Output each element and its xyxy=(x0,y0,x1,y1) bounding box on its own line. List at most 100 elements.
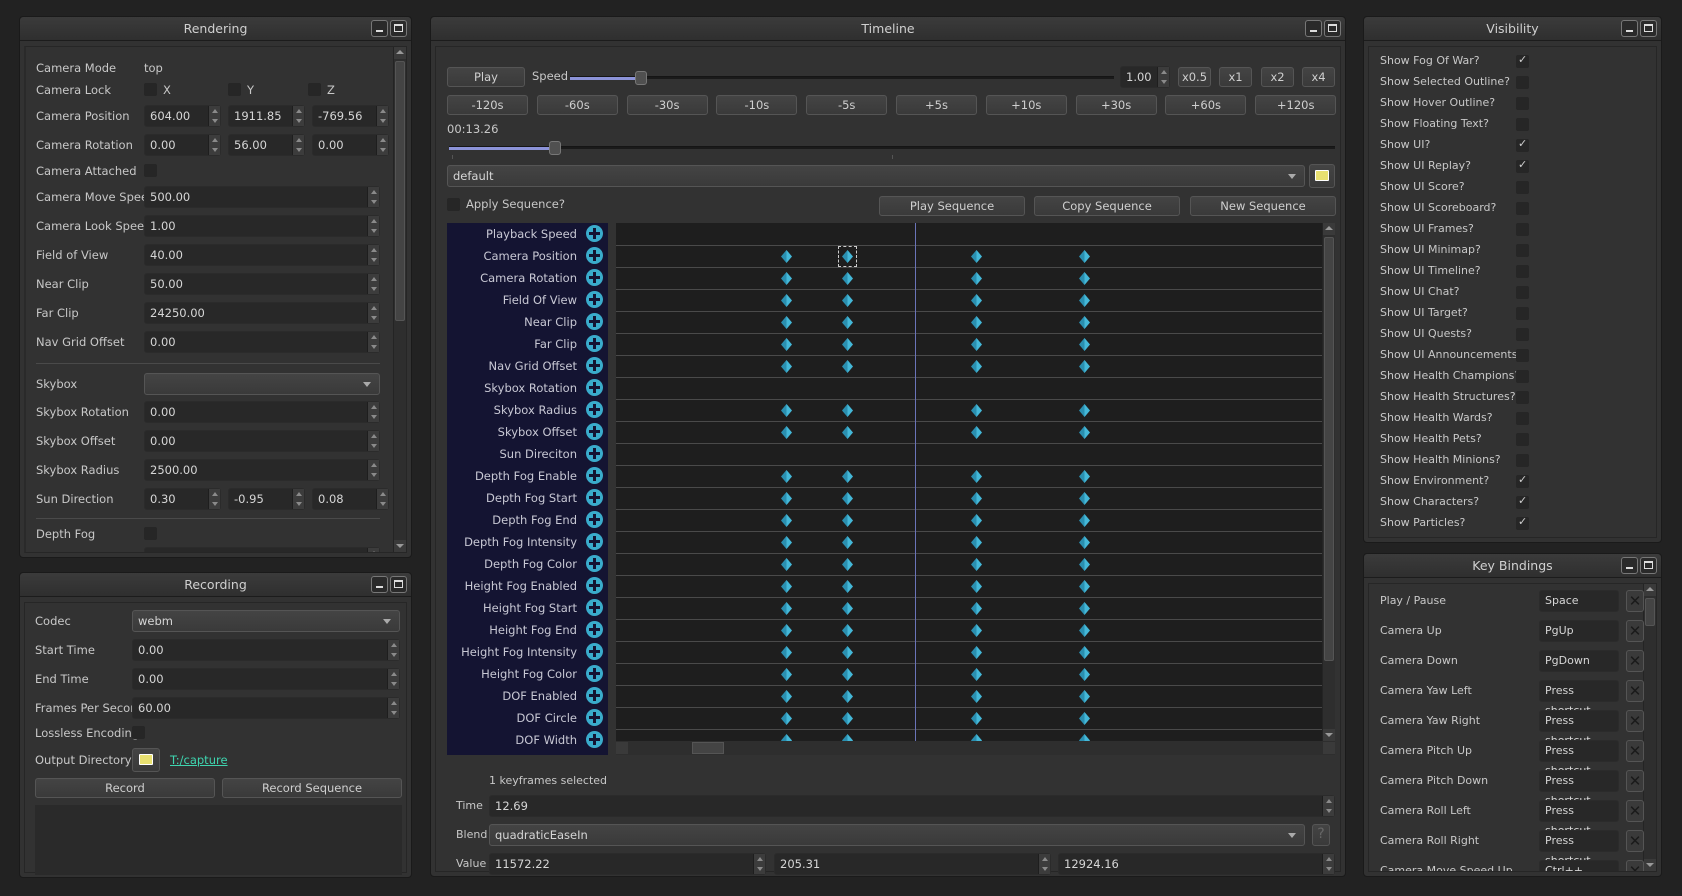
record-sequence-button[interactable]: Record Sequence xyxy=(222,778,402,798)
keyframe-diamond[interactable] xyxy=(1079,690,1090,703)
add-keyframe-icon[interactable] xyxy=(586,533,603,550)
add-keyframe-icon[interactable] xyxy=(586,577,603,594)
keyframe-time-input[interactable]: 12.69 xyxy=(489,795,1335,817)
keyframe-diamond[interactable] xyxy=(971,316,982,329)
sun-direction-z-input[interactable]: 0.08 xyxy=(312,488,389,510)
keyframe-diamond[interactable] xyxy=(1079,536,1090,549)
add-keyframe-icon[interactable] xyxy=(586,599,603,616)
keyframe-diamond[interactable] xyxy=(1079,624,1090,637)
add-keyframe-icon[interactable] xyxy=(586,379,603,396)
spin-buttons[interactable] xyxy=(292,489,304,509)
camera-attached-checkbox[interactable] xyxy=(144,164,157,177)
visibility-checkbox[interactable] xyxy=(1516,454,1529,467)
jump-button[interactable]: +5s xyxy=(896,95,977,115)
add-keyframe-icon[interactable] xyxy=(586,357,603,374)
add-keyframe-icon[interactable] xyxy=(586,665,603,682)
keyframe-diamond[interactable] xyxy=(971,558,982,571)
keyframe-value-z-input[interactable]: 12924.16 xyxy=(1058,853,1335,875)
clear-shortcut-button[interactable] xyxy=(1626,590,1644,612)
depth-fog-start-input[interactable]: 5000.00 xyxy=(144,547,380,552)
maximize-button[interactable] xyxy=(1324,20,1341,37)
keyframe-diamond[interactable] xyxy=(971,294,982,307)
add-keyframe-icon[interactable] xyxy=(586,423,603,440)
keyframe-diamond[interactable] xyxy=(842,514,853,527)
shortcut-input[interactable]: PgDown xyxy=(1539,650,1619,672)
add-keyframe-icon[interactable] xyxy=(586,269,603,286)
keyframe-diamond[interactable] xyxy=(1079,668,1090,681)
add-keyframe-icon[interactable] xyxy=(586,401,603,418)
keyframe-diamond[interactable] xyxy=(842,294,853,307)
track-vscrollbar[interactable] xyxy=(1322,223,1335,741)
visibility-checkbox[interactable] xyxy=(1516,494,1529,509)
shortcut-input[interactable]: PgUp xyxy=(1539,620,1619,642)
camera-position-z-input[interactable]: -769.56 xyxy=(312,105,389,127)
clear-shortcut-button[interactable] xyxy=(1626,800,1644,822)
spin-buttons[interactable] xyxy=(1038,854,1050,874)
keyframe-diamond[interactable] xyxy=(1079,514,1090,527)
spin-buttons[interactable] xyxy=(1322,796,1334,816)
depth-fog-checkbox[interactable] xyxy=(144,527,157,540)
keyframe-diamond[interactable] xyxy=(971,624,982,637)
nav-grid-offset-input[interactable]: 0.00 xyxy=(144,331,380,353)
spin-buttons[interactable] xyxy=(208,135,220,155)
shortcut-input[interactable]: Press shortcut xyxy=(1539,770,1619,807)
keyframe-diamond[interactable] xyxy=(842,580,853,593)
shortcut-input[interactable]: Press shortcut xyxy=(1539,710,1619,747)
keyframe-diamond[interactable] xyxy=(842,558,853,571)
keyframe-diamond[interactable] xyxy=(781,404,792,417)
shortcut-input[interactable]: Press shortcut xyxy=(1539,800,1619,837)
visibility-checkbox[interactable] xyxy=(1516,158,1529,173)
rendering-scrollbar[interactable] xyxy=(393,47,406,552)
speed-preset-x1[interactable]: x1 xyxy=(1219,67,1252,87)
keyframe-diamond[interactable] xyxy=(1079,712,1090,725)
visibility-checkbox[interactable] xyxy=(1516,223,1529,236)
clear-shortcut-button[interactable] xyxy=(1626,860,1644,871)
keyframe-diamond[interactable] xyxy=(971,690,982,703)
spin-buttons[interactable] xyxy=(367,402,379,422)
keyframe-diamond[interactable] xyxy=(971,272,982,285)
spin-buttons[interactable] xyxy=(367,303,379,323)
visibility-checkbox[interactable] xyxy=(1516,265,1529,278)
add-keyframe-icon[interactable] xyxy=(586,621,603,638)
visibility-checkbox[interactable] xyxy=(1516,370,1529,383)
keyframe-diamond[interactable] xyxy=(842,602,853,615)
add-keyframe-icon[interactable] xyxy=(586,313,603,330)
apply-sequence-checkbox[interactable] xyxy=(447,198,460,211)
sun-direction-x-input[interactable]: 0.30 xyxy=(144,488,221,510)
add-keyframe-icon[interactable] xyxy=(586,335,603,352)
keyframe-diamond[interactable] xyxy=(842,734,853,741)
clear-shortcut-button[interactable] xyxy=(1626,740,1644,762)
keyframe-diamond[interactable] xyxy=(971,250,982,263)
maximize-button[interactable] xyxy=(1640,20,1657,37)
spin-buttons[interactable] xyxy=(367,216,379,236)
visibility-checkbox[interactable] xyxy=(1516,181,1529,194)
visibility-checkbox[interactable] xyxy=(1516,137,1529,152)
maximize-button[interactable] xyxy=(390,576,407,593)
spin-buttons[interactable] xyxy=(376,106,388,126)
keyframe-diamond[interactable] xyxy=(781,514,792,527)
keyframe-diamond[interactable] xyxy=(1079,470,1090,483)
keyframe-diamond[interactable] xyxy=(842,338,853,351)
shortcut-input[interactable]: Ctrl++ xyxy=(1539,860,1619,871)
camera-position-x-input[interactable]: 604.00 xyxy=(144,105,221,127)
visibility-checkbox[interactable] xyxy=(1516,433,1529,446)
keyframe-diamond[interactable] xyxy=(971,426,982,439)
keyframe-diamond[interactable] xyxy=(971,338,982,351)
spin-buttons[interactable] xyxy=(367,274,379,294)
shortcut-input[interactable]: Press shortcut xyxy=(1539,740,1619,777)
spin-buttons[interactable] xyxy=(376,489,388,509)
clear-shortcut-button[interactable] xyxy=(1626,620,1644,642)
speed-preset-x0-5[interactable]: x0.5 xyxy=(1178,67,1211,87)
scroll-up-button[interactable] xyxy=(1323,223,1335,235)
spin-buttons[interactable] xyxy=(387,698,399,718)
open-sequence-button[interactable] xyxy=(1309,164,1335,188)
keyframe-diamond[interactable] xyxy=(781,602,792,615)
visibility-checkbox[interactable] xyxy=(1516,515,1529,530)
keyframe-diamond[interactable] xyxy=(781,294,792,307)
keyframe-diamond[interactable] xyxy=(1079,558,1090,571)
keyframe-diamond[interactable] xyxy=(842,690,853,703)
keyframe-diamond[interactable] xyxy=(971,514,982,527)
add-keyframe-icon[interactable] xyxy=(586,225,603,242)
minimize-button[interactable] xyxy=(1305,20,1322,37)
sun-direction-y-input[interactable]: -0.95 xyxy=(228,488,305,510)
